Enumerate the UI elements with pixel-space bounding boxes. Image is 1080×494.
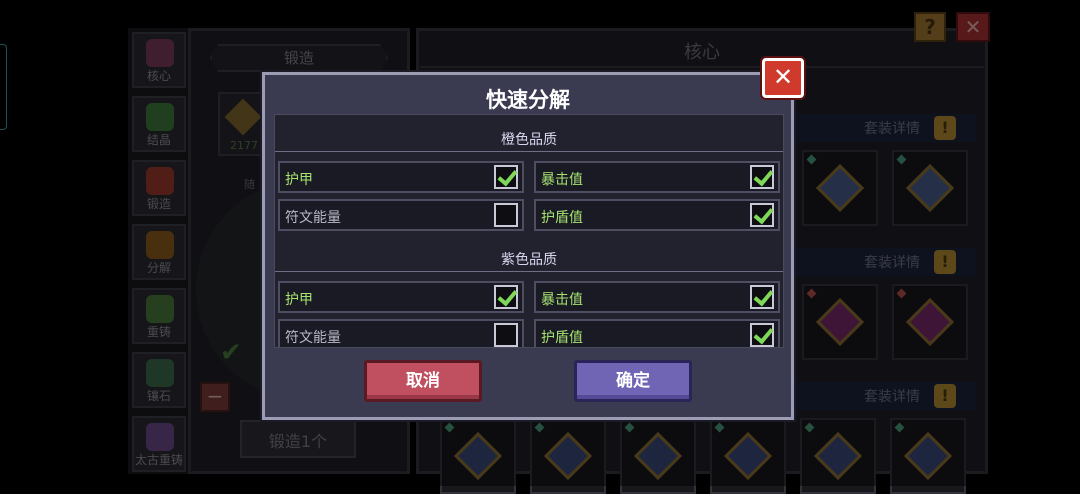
- option-purple-rune-energy[interactable]: 符文能量: [278, 319, 524, 347]
- option-label: 护甲: [285, 172, 313, 188]
- option-label: 护甲: [285, 292, 313, 308]
- option-orange-armor[interactable]: 护甲: [278, 161, 524, 193]
- option-orange-crit[interactable]: 暴击值: [534, 161, 780, 193]
- checkbox[interactable]: [494, 203, 518, 227]
- dialog-options-list[interactable]: 橙色品质 护甲 暴击值 符文能量 护盾值 紫色品质 护甲 暴击值 符文能量 护盾…: [274, 114, 784, 348]
- option-orange-rune-energy[interactable]: 符文能量: [278, 199, 524, 231]
- option-orange-shield[interactable]: 护盾值: [534, 199, 780, 231]
- option-label: 护盾值: [541, 330, 583, 346]
- section-title-purple: 紫色品质: [275, 249, 783, 272]
- option-label: 符文能量: [285, 330, 341, 346]
- checkbox[interactable]: [750, 165, 774, 189]
- dialog-close-button[interactable]: ✕: [762, 58, 804, 98]
- option-label: 暴击值: [541, 172, 583, 188]
- option-label: 暴击值: [541, 292, 583, 308]
- checkbox[interactable]: [750, 285, 774, 309]
- checkbox[interactable]: [494, 323, 518, 347]
- checkbox[interactable]: [750, 203, 774, 227]
- cancel-button[interactable]: 取消: [364, 360, 482, 402]
- confirm-button[interactable]: 确定: [574, 360, 692, 402]
- dialog-title: 快速分解: [486, 88, 570, 112]
- checkbox[interactable]: [494, 165, 518, 189]
- option-purple-shield[interactable]: 护盾值: [534, 319, 780, 347]
- option-label: 符文能量: [285, 210, 341, 226]
- option-purple-armor[interactable]: 护甲: [278, 281, 524, 313]
- checkbox[interactable]: [750, 323, 774, 347]
- checkbox[interactable]: [494, 285, 518, 309]
- option-purple-crit[interactable]: 暴击值: [534, 281, 780, 313]
- section-title-orange: 橙色品质: [275, 129, 783, 152]
- option-label: 护盾值: [541, 210, 583, 226]
